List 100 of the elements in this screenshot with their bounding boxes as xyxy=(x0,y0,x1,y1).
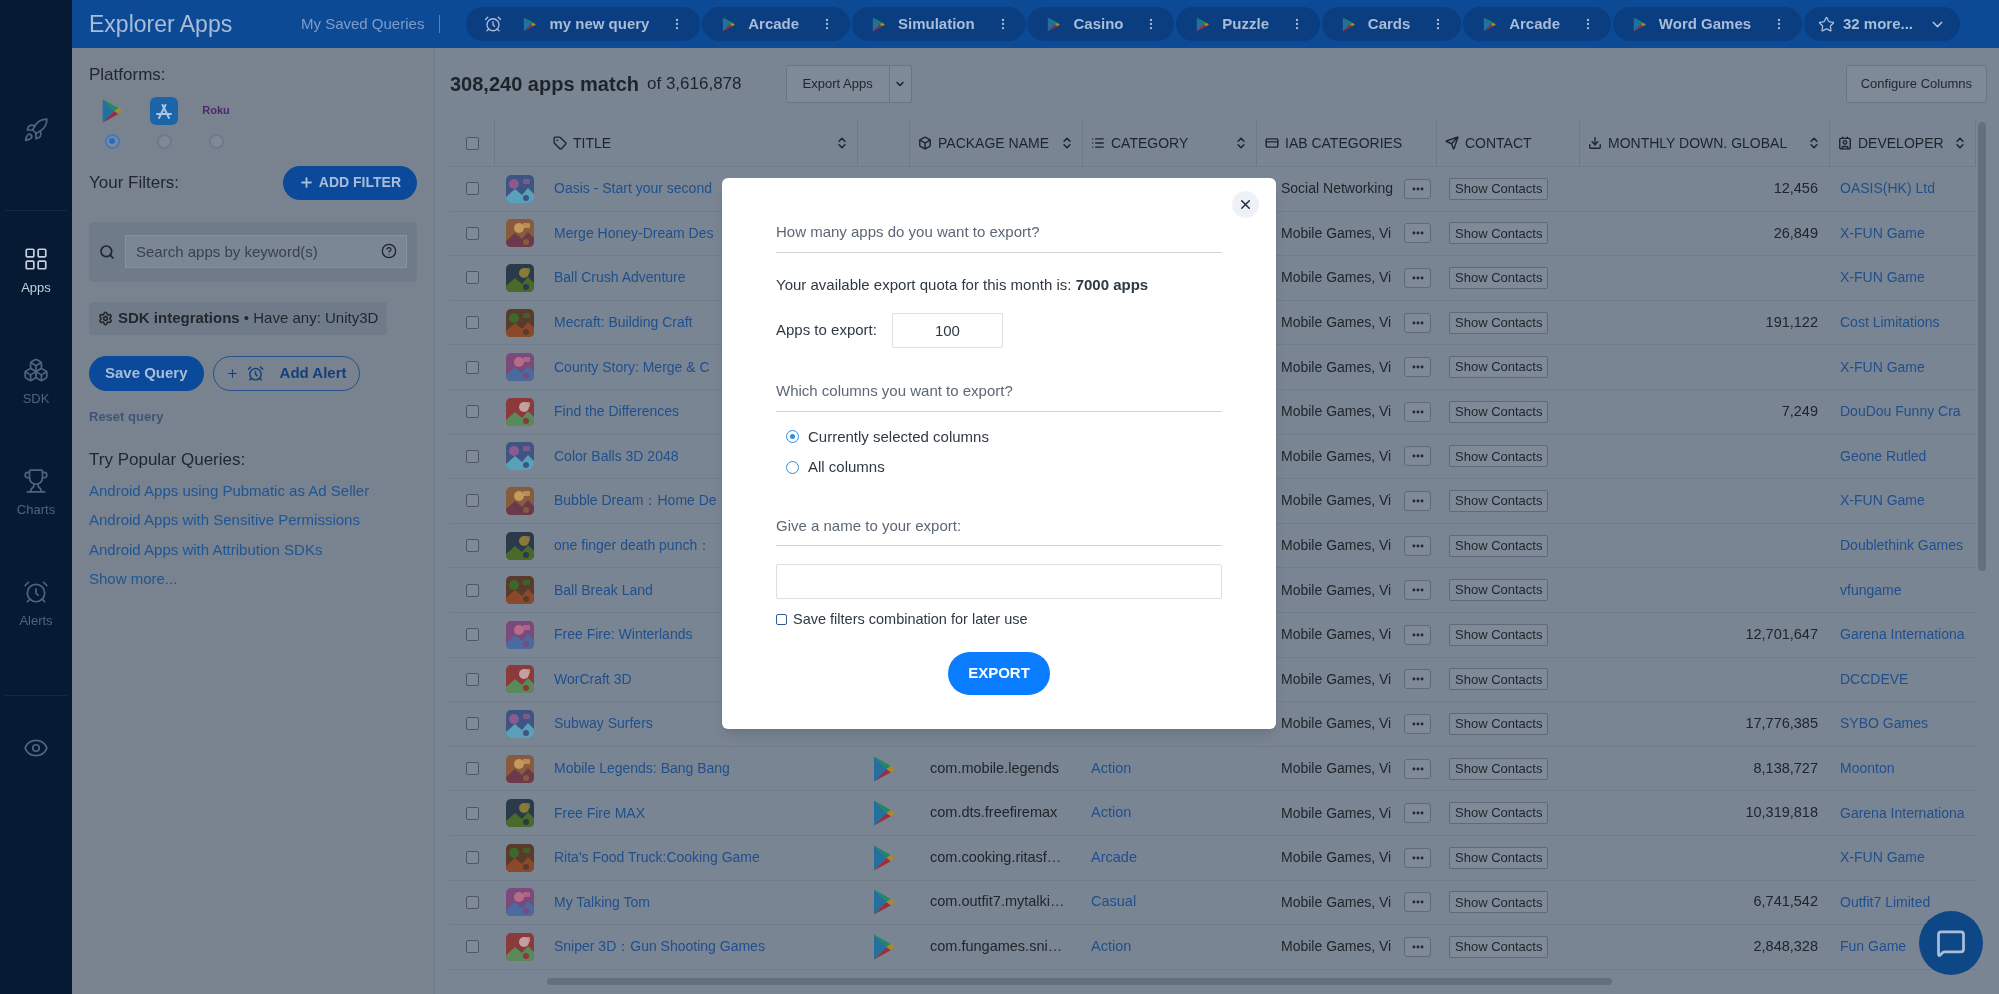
more-button[interactable] xyxy=(1404,669,1431,690)
column-header[interactable]: PACKAGE NAME xyxy=(918,132,1049,154)
category-link[interactable]: Action xyxy=(1091,757,1132,780)
more-button[interactable] xyxy=(1404,535,1431,556)
checkbox[interactable] xyxy=(466,539,479,553)
more-button[interactable] xyxy=(1404,446,1431,467)
checkbox[interactable] xyxy=(466,449,479,463)
checkbox[interactable] xyxy=(466,405,479,419)
app-title-link[interactable]: Mecraft: Building Craft xyxy=(554,312,693,334)
checkbox[interactable] xyxy=(466,628,479,642)
checkbox[interactable] xyxy=(466,806,479,820)
show-contacts-button[interactable]: Show Contacts xyxy=(1449,757,1549,780)
show-contacts-button[interactable]: Show Contacts xyxy=(1449,177,1549,200)
saved-query-pill[interactable]: my new query xyxy=(466,7,701,41)
category-link[interactable]: Action xyxy=(1091,802,1132,824)
developer-link[interactable]: Doublethink Games xyxy=(1840,535,1963,557)
checkbox[interactable] xyxy=(776,614,787,626)
app-title-link[interactable]: Oasis - Start your second xyxy=(554,178,712,200)
more-button[interactable] xyxy=(1404,580,1431,601)
checkbox[interactable] xyxy=(466,895,479,909)
checkbox[interactable] xyxy=(466,182,479,196)
more-button[interactable] xyxy=(1404,758,1431,779)
show-contacts-button[interactable]: Show Contacts xyxy=(1449,802,1549,825)
checkbox[interactable] xyxy=(466,360,479,374)
show-contacts-button[interactable]: Show Contacts xyxy=(1449,846,1549,869)
column-header[interactable]: CONTACT xyxy=(1445,132,1532,154)
popular-query-link[interactable]: Android Apps with Sensitive Permissions xyxy=(89,509,360,532)
app-title-link[interactable]: Bubble Dream：Home De xyxy=(554,490,717,512)
reset-query-link[interactable]: Reset query xyxy=(89,406,164,426)
show-contacts-button[interactable]: Show Contacts xyxy=(1449,356,1549,379)
sort-icon[interactable] xyxy=(835,136,849,150)
apps-count-field[interactable]: 100 xyxy=(891,313,1003,348)
more-button[interactable] xyxy=(1404,178,1431,199)
checkbox[interactable] xyxy=(466,583,479,597)
category-link[interactable]: Action xyxy=(1091,936,1132,958)
app-title-link[interactable]: Find the Differences xyxy=(554,401,680,423)
app-title-link[interactable]: Rita's Food Truck:Cooking Game xyxy=(554,847,760,869)
show-contacts-button[interactable]: Show Contacts xyxy=(1449,445,1549,468)
developer-link[interactable]: DouDou Funny Cra xyxy=(1840,401,1961,423)
column-header[interactable]: MONTHLY DOWN. GLOBAL xyxy=(1588,132,1788,154)
more-button[interactable] xyxy=(1404,624,1431,645)
developer-link[interactable]: Geone Rutled xyxy=(1840,445,1927,467)
show-contacts-button[interactable]: Show Contacts xyxy=(1449,222,1549,245)
more-button[interactable] xyxy=(1404,401,1431,422)
developer-link[interactable]: X-FUN Game xyxy=(1840,490,1925,512)
add-filter-button[interactable]: ADD FILTER xyxy=(282,165,417,200)
show-contacts-button[interactable]: Show Contacts xyxy=(1449,623,1549,646)
show-contacts-button[interactable]: Show Contacts xyxy=(1449,712,1549,735)
developer-link[interactable]: OASIS(HK) Ltd xyxy=(1840,178,1935,200)
app-title-link[interactable]: Ball Crush Adventure xyxy=(554,267,686,289)
developer-link[interactable]: Cost Limitations xyxy=(1840,312,1940,334)
checkbox-label[interactable]: Save filters combination for later use xyxy=(793,609,1028,631)
app-title-link[interactable]: one finger death punch： xyxy=(554,535,712,557)
save-query-button[interactable]: Save Query xyxy=(89,355,204,391)
checkbox[interactable] xyxy=(466,226,479,240)
more-button[interactable] xyxy=(1404,490,1431,511)
saved-query-pill[interactable]: Word Games xyxy=(1612,7,1803,41)
popular-query-link[interactable]: Android Apps using Pubmatic as Ad Seller xyxy=(89,479,370,502)
developer-link[interactable]: Moonton xyxy=(1840,758,1895,779)
saved-query-pill[interactable]: Casino xyxy=(1027,7,1175,41)
nav-item[interactable]: Alerts xyxy=(0,549,72,660)
nav-item[interactable]: Apps xyxy=(0,216,72,327)
developer-link[interactable]: Fun Game xyxy=(1840,936,1907,958)
app-title-link[interactable]: Ball Break Land xyxy=(554,579,653,601)
category-link[interactable]: Casual xyxy=(1091,891,1137,914)
saved-query-pill[interactable]: Cards xyxy=(1321,7,1462,41)
show-contacts-button[interactable]: Show Contacts xyxy=(1449,489,1549,512)
show-more-link[interactable]: Show more... xyxy=(89,568,178,591)
more-button[interactable] xyxy=(1404,223,1431,244)
more-button[interactable] xyxy=(1404,936,1431,957)
checkbox[interactable] xyxy=(465,136,479,150)
platform-radio[interactable] xyxy=(104,133,120,149)
sort-icon[interactable] xyxy=(1060,136,1074,150)
app-title-link[interactable]: Color Balls 3D 2048 xyxy=(554,445,679,467)
close-button[interactable] xyxy=(1232,191,1259,218)
export-apps-button[interactable]: Export Apps xyxy=(785,65,890,103)
export-name-field[interactable] xyxy=(776,564,1222,599)
checkbox[interactable] xyxy=(466,762,479,775)
app-title-link[interactable]: Mobile Legends: Bang Bang xyxy=(554,758,730,779)
sort-icon[interactable] xyxy=(1953,136,1967,150)
developer-link[interactable]: X-FUN Game xyxy=(1840,267,1925,289)
app-title-link[interactable]: WorCraft 3D xyxy=(554,668,632,690)
show-contacts-button[interactable]: Show Contacts xyxy=(1449,891,1549,914)
column-header[interactable]: CATEGORY xyxy=(1091,132,1189,154)
checkbox[interactable] xyxy=(466,717,479,731)
show-contacts-button[interactable]: Show Contacts xyxy=(1449,400,1549,423)
checkbox[interactable] xyxy=(466,271,479,285)
sort-icon[interactable] xyxy=(1234,136,1248,150)
developer-link[interactable]: SYBO Games xyxy=(1840,713,1928,735)
radio-label[interactable]: Currently selected columns xyxy=(808,425,989,448)
checkbox[interactable] xyxy=(466,940,479,954)
app-title-link[interactable]: Free Fire: Winterlands xyxy=(554,624,693,646)
developer-link[interactable]: X-FUN Game xyxy=(1840,356,1925,378)
more-button[interactable] xyxy=(1404,892,1431,913)
developer-link[interactable]: X-FUN Game xyxy=(1840,847,1925,869)
checkbox[interactable] xyxy=(466,316,479,330)
show-contacts-button[interactable]: Show Contacts xyxy=(1449,267,1549,289)
developer-link[interactable]: DCCDEVE xyxy=(1840,668,1909,690)
show-contacts-button[interactable]: Show Contacts xyxy=(1449,668,1549,691)
developer-link[interactable]: Garena Internationa xyxy=(1840,802,1965,824)
